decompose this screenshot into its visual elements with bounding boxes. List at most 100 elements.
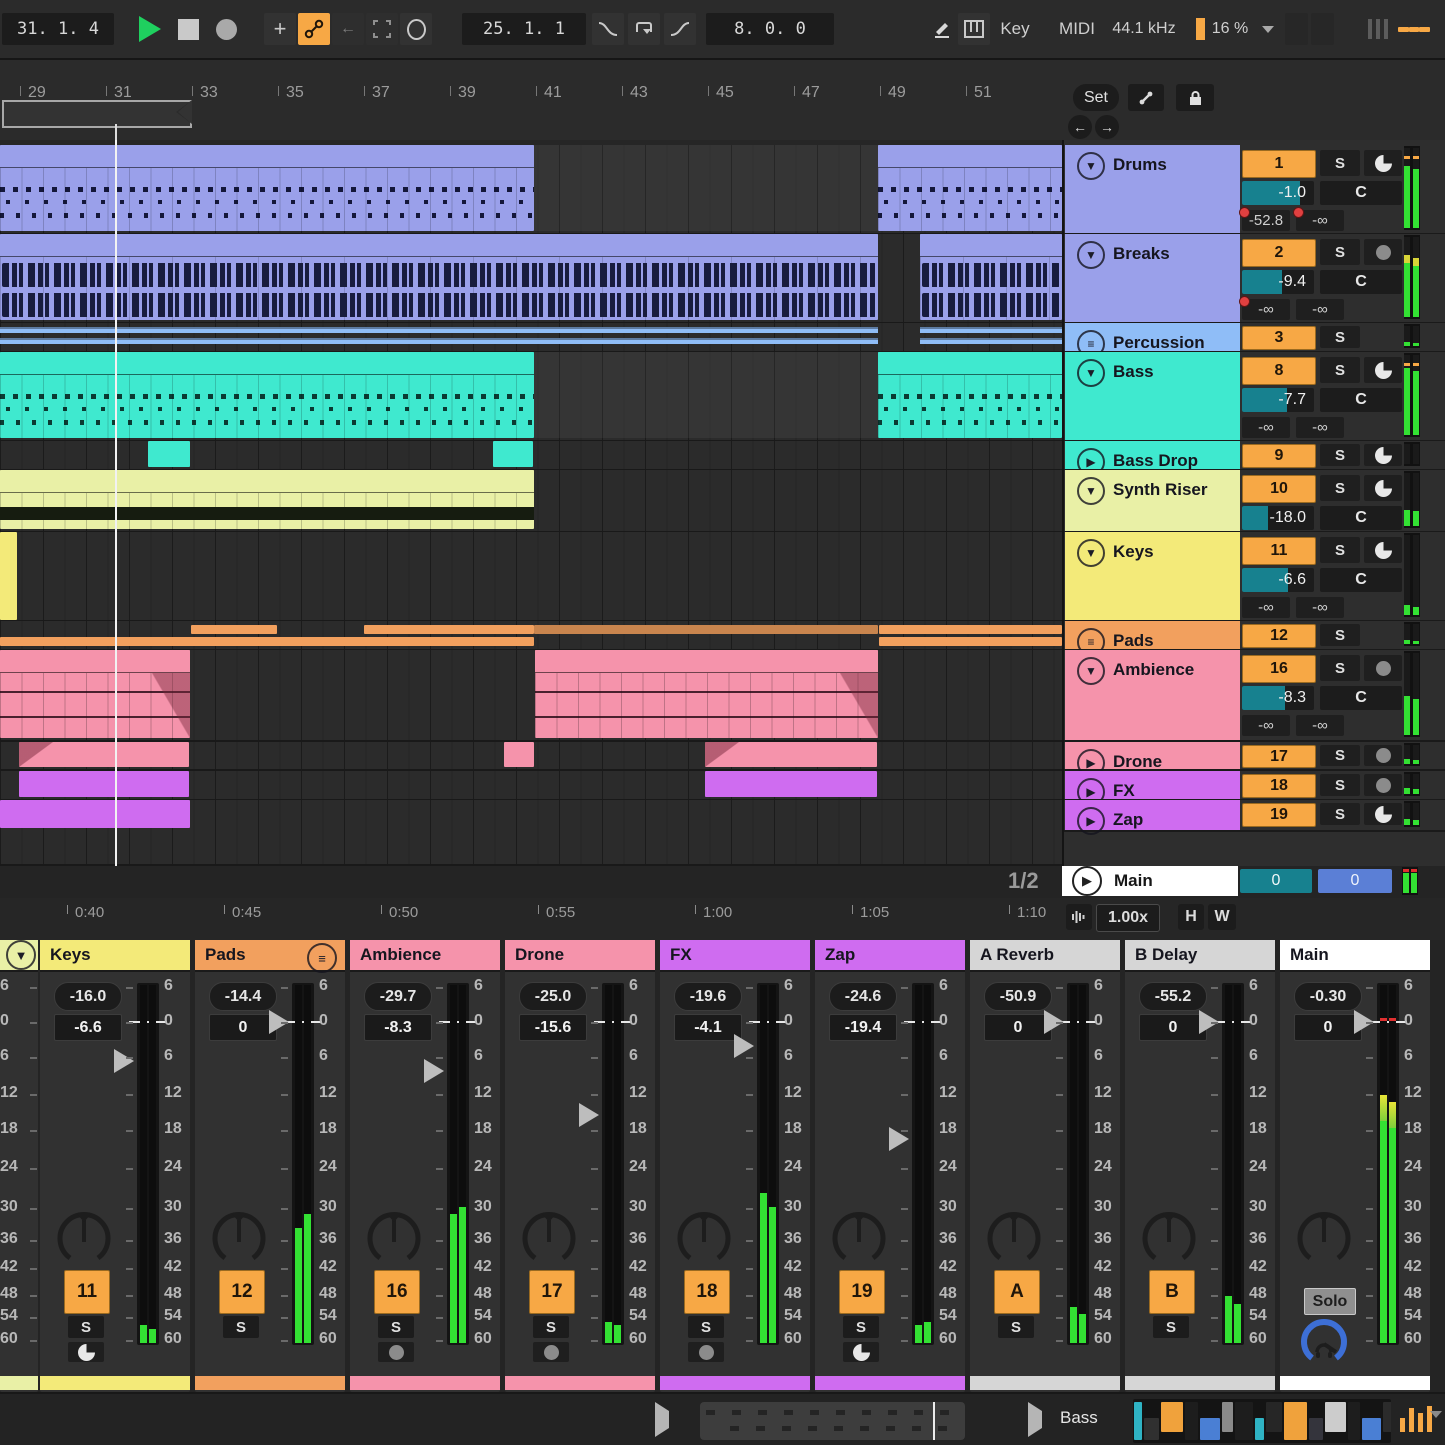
computer-midi-keyboard-button[interactable] — [958, 13, 990, 45]
send-b-box[interactable]: -∞ — [1296, 715, 1344, 736]
clip-pads[interactable] — [191, 625, 277, 634]
strip-header[interactable]: FX — [660, 940, 810, 972]
clip-pads[interactable] — [0, 637, 534, 646]
track-activator-button[interactable]: 16 — [374, 1270, 420, 1314]
fold-down-icon[interactable]: ▼ — [1077, 359, 1105, 387]
beat-time-ruler[interactable]: Set ← → 293133353739414345474951 — [0, 60, 1445, 140]
pan-knob[interactable] — [676, 1212, 732, 1268]
clip-bass-drop[interactable] — [493, 441, 533, 467]
clip-breaks[interactable] — [920, 234, 1062, 320]
clip-bass[interactable] — [878, 352, 1062, 438]
fold-right-icon[interactable]: ▶ — [1077, 807, 1105, 835]
clip-keys[interactable] — [0, 578, 17, 620]
main-track-header[interactable]: ▶ Main — [1062, 866, 1238, 896]
strip-header[interactable]: A Reverb — [970, 940, 1120, 972]
pan-box[interactable]: C — [1320, 181, 1402, 205]
clip-ambience[interactable] — [535, 650, 878, 738]
re-enable-automation-button[interactable]: ← — [332, 13, 364, 45]
clip-pads[interactable] — [364, 625, 534, 634]
track-header-keys[interactable]: ▼Keys11S-6.6C-∞-∞ — [1064, 532, 1445, 622]
volume-value-box[interactable]: 0 — [209, 1014, 277, 1041]
solo-button[interactable]: S — [1320, 803, 1360, 825]
cpu-meter[interactable]: 16 % — [1186, 13, 1258, 45]
arm-button[interactable] — [1364, 475, 1402, 501]
arm-button[interactable] — [68, 1342, 104, 1362]
previous-locator-button[interactable]: ← — [1068, 115, 1092, 139]
audio-stretch-button[interactable] — [1066, 904, 1092, 930]
track-activator-button[interactable]: 9 — [1242, 444, 1316, 468]
track-activator-button[interactable]: 19 — [839, 1270, 885, 1314]
pan-box[interactable]: C — [1320, 388, 1402, 412]
send-a-box[interactable]: -∞ — [1242, 299, 1290, 320]
clip-pads[interactable] — [879, 637, 1062, 646]
pan-knob[interactable] — [521, 1212, 577, 1268]
solo-button[interactable]: S — [1320, 357, 1360, 383]
automation-mode-button[interactable] — [298, 13, 330, 45]
send-a-box[interactable]: -∞ — [1242, 715, 1290, 736]
solo-button[interactable]: S — [1320, 444, 1360, 466]
draw-mode-button[interactable] — [926, 13, 958, 45]
peak-level-display[interactable]: -25.0 — [519, 982, 587, 1011]
fader-rail[interactable] — [912, 983, 934, 1345]
main-pan-box[interactable]: 0 — [1318, 869, 1392, 893]
send-b-box[interactable]: -∞ — [1296, 210, 1344, 231]
fader-rail[interactable] — [292, 983, 314, 1345]
play-button[interactable] — [134, 13, 166, 45]
volume-value-box[interactable]: -4.1 — [674, 1014, 742, 1041]
peak-level-display[interactable]: -55.2 — [1139, 982, 1207, 1011]
chevron-down-icon[interactable] — [1430, 1418, 1442, 1436]
record-button[interactable] — [210, 13, 242, 45]
peak-level-display[interactable]: -50.9 — [984, 982, 1052, 1011]
cpu-dropdown-button[interactable] — [1252, 13, 1284, 45]
track-header-synth-riser[interactable]: ▼Synth Riser10S-18.0C — [1064, 470, 1445, 533]
solo-button[interactable]: S — [1320, 475, 1360, 501]
strip-header[interactable]: Main — [1280, 940, 1430, 972]
track-activator-button[interactable]: 17 — [529, 1270, 575, 1314]
solo-button[interactable]: S — [1153, 1316, 1189, 1338]
peak-level-display[interactable]: -24.6 — [829, 982, 897, 1011]
track-header-breaks[interactable]: ▼Breaks2S-9.4C-∞-∞ — [1064, 234, 1445, 324]
pan-knob[interactable] — [1296, 1212, 1352, 1268]
fader-rail[interactable] — [602, 983, 624, 1345]
arm-button[interactable] — [1364, 239, 1402, 265]
fader-rail[interactable] — [137, 983, 159, 1345]
pan-knob[interactable] — [831, 1212, 887, 1268]
clip-pads[interactable] — [879, 625, 1062, 634]
device-chain-thumbnail[interactable] — [1133, 1399, 1391, 1443]
track-activator-button[interactable]: A — [994, 1270, 1040, 1314]
optimize-width-button[interactable]: W — [1208, 904, 1236, 930]
track-activator-button[interactable]: 10 — [1242, 475, 1316, 503]
volume-value-box[interactable]: -15.6 — [519, 1014, 587, 1041]
main-volume-box[interactable]: 0 — [1240, 869, 1312, 893]
solo-button[interactable]: S — [378, 1316, 414, 1338]
arrangement-overview[interactable] — [700, 1402, 965, 1440]
clip-ambience[interactable] — [0, 650, 190, 738]
preview-play-button[interactable] — [655, 1411, 669, 1429]
solo-button[interactable]: S — [533, 1316, 569, 1338]
volume-box[interactable]: -8.3 — [1242, 686, 1314, 710]
fader-rail[interactable] — [1222, 983, 1244, 1345]
fold-down-icon[interactable]: ▼ — [1077, 477, 1105, 505]
send-b-box[interactable]: -∞ — [1296, 299, 1344, 320]
volume-value-box[interactable]: 0 — [984, 1014, 1052, 1041]
send-a-box[interactable]: -∞ — [1242, 597, 1290, 618]
arm-button[interactable] — [378, 1342, 414, 1362]
track-header-zap[interactable]: ▶Zap19S — [1064, 800, 1445, 832]
arm-button[interactable] — [688, 1342, 724, 1362]
solo-button[interactable]: S — [1320, 150, 1360, 176]
volume-value-box[interactable]: -6.6 — [54, 1014, 122, 1041]
clip-breaks[interactable] — [0, 234, 878, 320]
set-locator-button[interactable]: Set — [1073, 84, 1119, 111]
send-a-box[interactable]: -∞ — [1242, 417, 1290, 438]
track-header-ambience[interactable]: ▼Ambience16S-8.3C-∞-∞ — [1064, 650, 1445, 742]
pan-knob[interactable] — [986, 1212, 1042, 1268]
track-header-drone[interactable]: ▶Drone17S — [1064, 742, 1445, 771]
strip-header[interactable]: Pads≡ — [195, 940, 345, 972]
punch-in-button[interactable] — [592, 13, 624, 45]
track-activator-button[interactable]: 12 — [219, 1270, 265, 1314]
send-b-box[interactable]: -∞ — [1296, 417, 1344, 438]
solo-button[interactable]: S — [1320, 624, 1360, 646]
track-activator-button[interactable]: 18 — [1242, 774, 1316, 798]
strip-header[interactable]: Zap — [815, 940, 965, 972]
pan-box[interactable]: C — [1320, 686, 1402, 710]
